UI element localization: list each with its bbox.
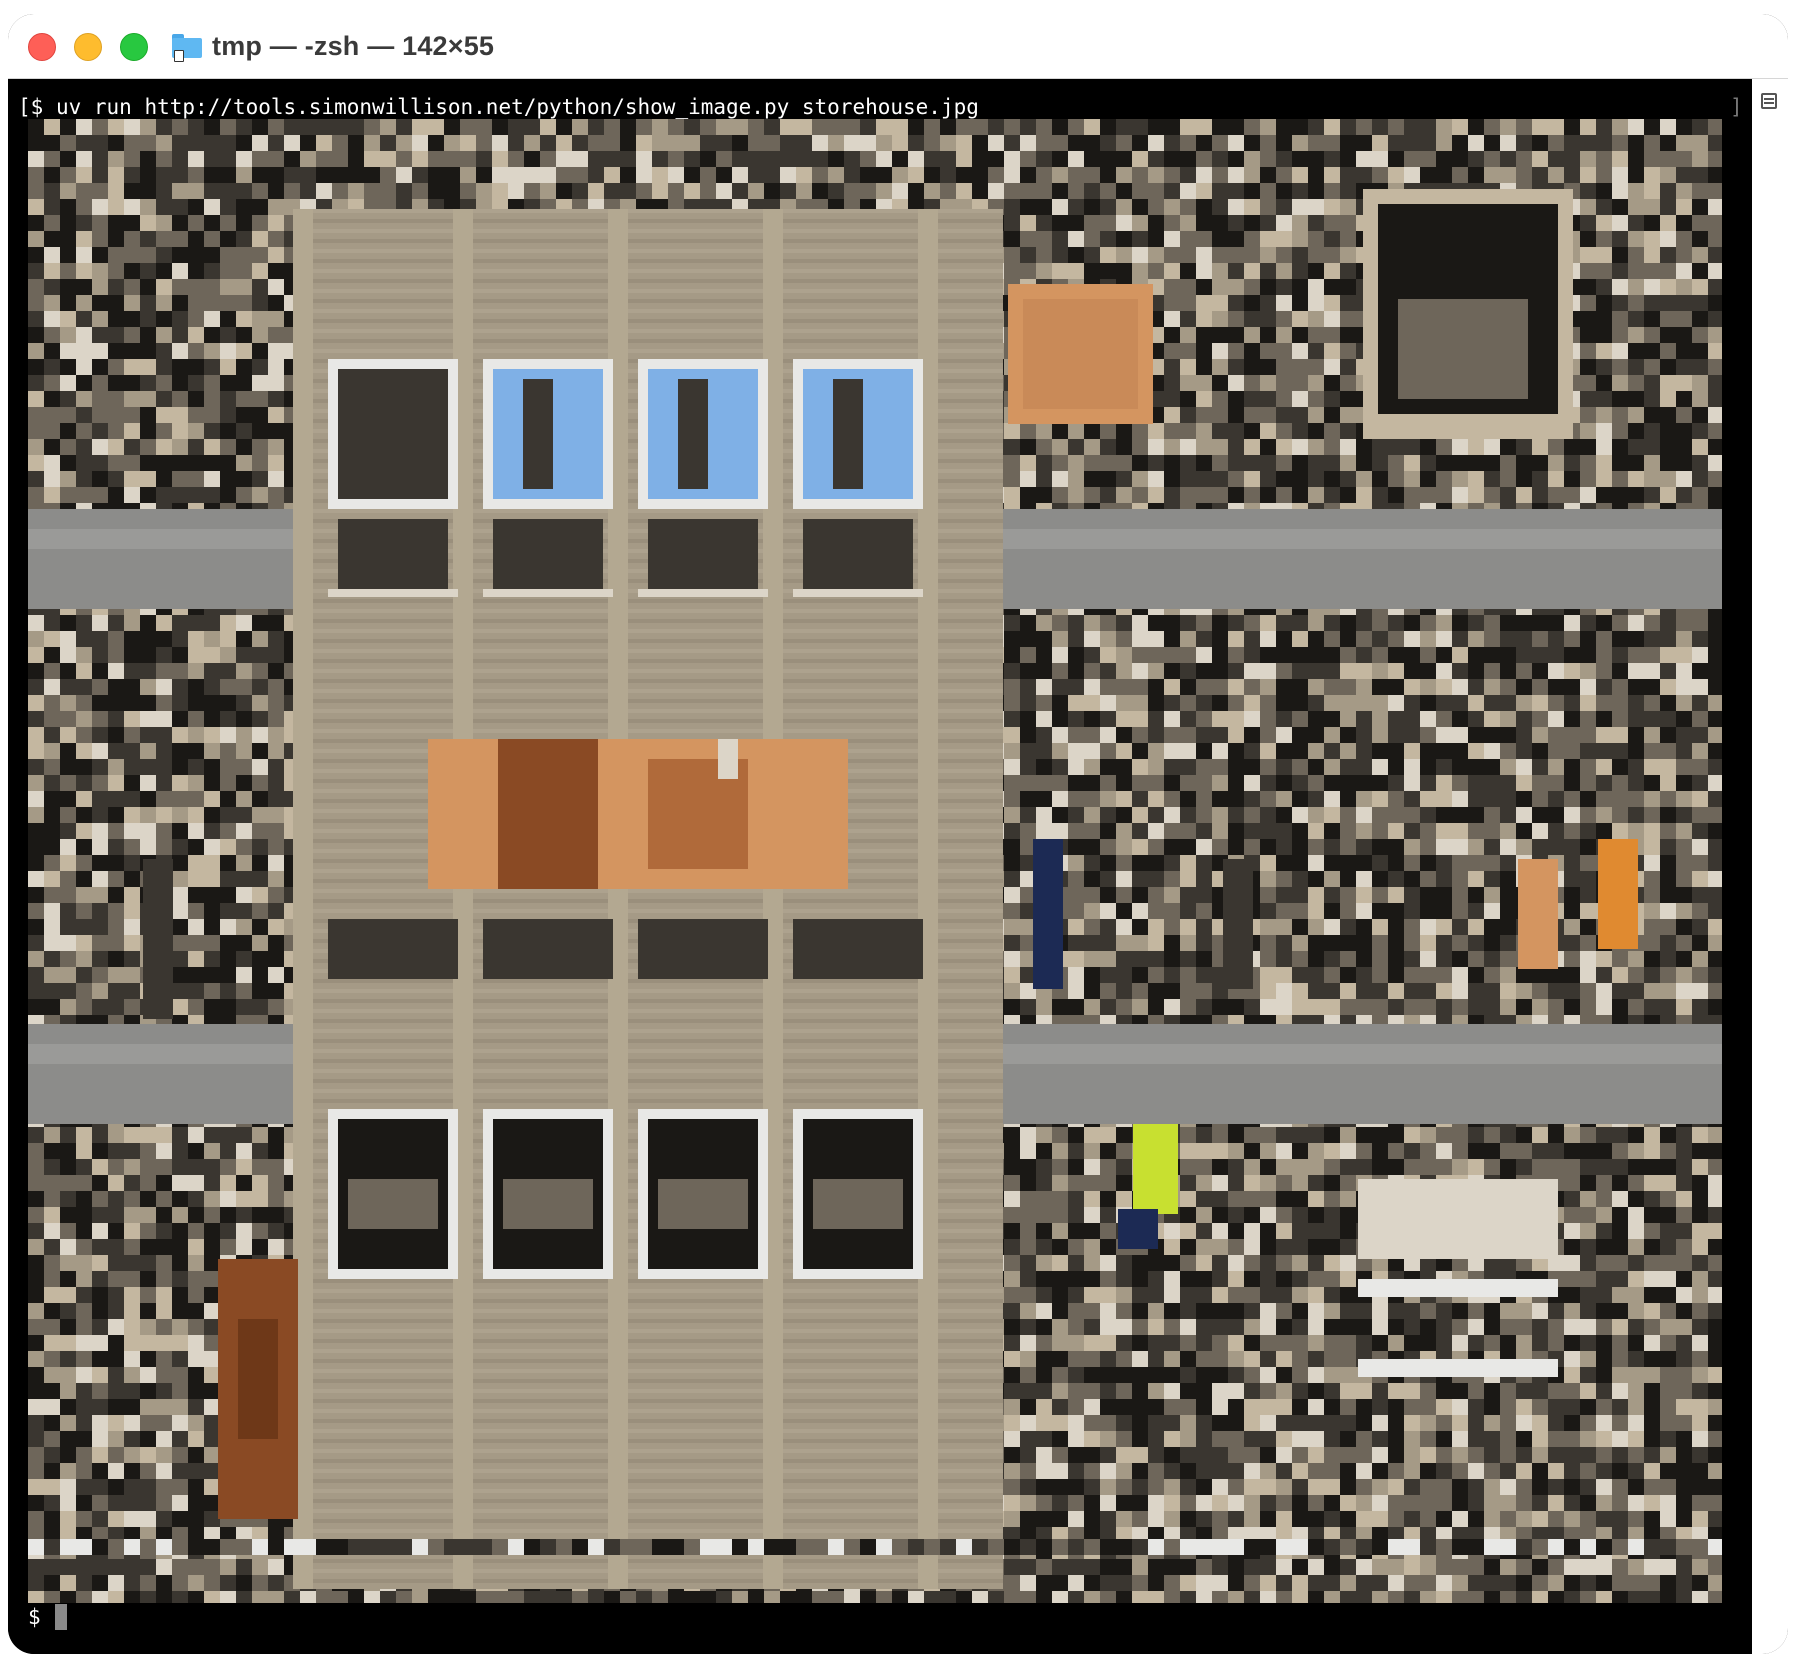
terminal-window: tmp — -zsh — 142×55 [$ uv run http://too… [8,14,1788,1654]
person [143,859,173,1019]
prompt-line[interactable]: $ [28,1604,67,1630]
window-title-group: tmp — -zsh — 142×55 [172,28,494,64]
person [1033,839,1063,989]
worker-vest [1133,1124,1178,1214]
lower-right-boxes [1358,1179,1558,1259]
window-title: tmp — -zsh — 142×55 [212,31,494,62]
command-prefix: [$ [18,95,56,119]
command-text: uv run http://tools.simonwillison.net/py… [56,95,979,119]
pixelated-image [28,119,1722,1603]
menu-icon[interactable] [1761,93,1777,109]
right-bracket: ] [1730,95,1743,119]
folder-icon [172,34,202,58]
image-canvas [28,119,1722,1603]
middle-band [428,739,848,889]
prompt-symbol: $ [28,1605,41,1629]
command-line: [$ uv run http://tools.simonwillison.net… [18,95,979,119]
zoom-button[interactable] [120,33,148,61]
title-bar[interactable]: tmp — -zsh — 142×55 [8,14,1788,79]
text-cursor [55,1604,67,1630]
close-button[interactable] [28,33,56,61]
person [1223,859,1253,989]
terminal-content[interactable]: [$ uv run http://tools.simonwillison.net… [8,79,1752,1654]
scrollbar[interactable] [1752,79,1788,1654]
minimize-button[interactable] [74,33,102,61]
person [1518,859,1558,969]
person [1598,839,1638,949]
